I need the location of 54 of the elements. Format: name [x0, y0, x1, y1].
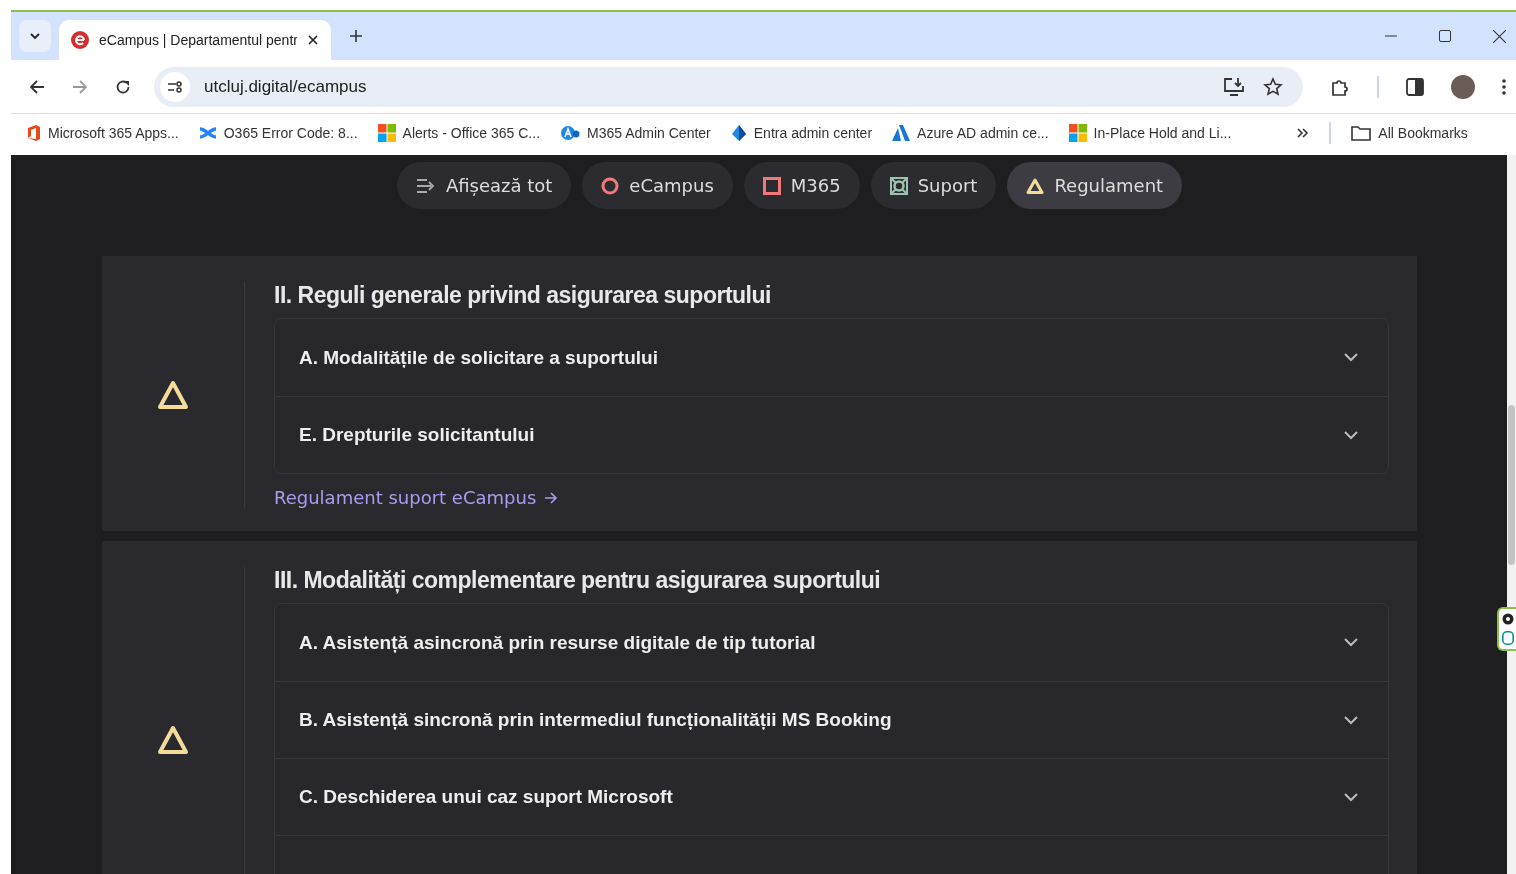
- star-icon[interactable]: [1263, 76, 1283, 97]
- section-title: III. Modalități complementare pentru asigurarea suportului: [274, 567, 882, 594]
- lifebuoy-square-icon: [889, 176, 908, 195]
- section-title: II. Reguli generale privind asigurarea suportului: [274, 282, 772, 309]
- letter-a-logo-icon: [892, 125, 911, 141]
- all-bookmarks-button[interactable]: All Bookmarks: [1351, 125, 1468, 141]
- forward-arrow-icon[interactable]: [72, 78, 88, 95]
- arrow-right-icon: [544, 491, 559, 504]
- floating-widget[interactable]: [1497, 607, 1516, 651]
- site-logo-icon: [71, 31, 89, 49]
- profile-avatar[interactable]: [1451, 74, 1475, 99]
- reload-icon[interactable]: [115, 78, 131, 95]
- new-tab-icon[interactable]: [349, 29, 363, 43]
- maximize-icon[interactable]: [1439, 30, 1451, 42]
- bookmark-item[interactable]: M365 Admin Center: [560, 125, 711, 141]
- url-text: utcluj.digital/ecampus: [204, 76, 367, 97]
- browser-tab[interactable]: eCampus | Departamentul pentr: [59, 20, 331, 60]
- crossed-arrows-icon: [198, 125, 217, 141]
- office-logo-icon: [27, 125, 41, 141]
- tab-search-button[interactable]: [19, 20, 51, 52]
- bookmark-item[interactable]: Entra admin center: [730, 124, 873, 142]
- filter-button[interactable]: M365: [743, 162, 860, 209]
- four-squares-logo-icon: [377, 124, 396, 142]
- more-menu-icon[interactable]: [1502, 78, 1506, 95]
- double-chevron-icon[interactable]: [1297, 127, 1310, 139]
- bookmark-item[interactable]: Azure AD admin ce...: [892, 125, 1049, 141]
- bookmark-item[interactable]: Microsoft 365 Apps...: [27, 125, 179, 141]
- bookmark-item[interactable]: In-Place Hold and Li...: [1068, 124, 1232, 142]
- pyramid-logo-icon: [730, 124, 747, 142]
- side-panel-icon[interactable]: [1406, 77, 1424, 96]
- regulation-link[interactable]: Regulament suport eCampus: [274, 487, 559, 508]
- circle-icon: [601, 176, 620, 195]
- bookmark-item[interactable]: Alerts - Office 365 C...: [377, 124, 541, 142]
- close-icon[interactable]: [307, 34, 319, 46]
- folder-icon: [1351, 125, 1372, 141]
- back-arrow-icon[interactable]: [29, 78, 45, 95]
- site-settings-icon[interactable]: [160, 71, 190, 102]
- scrollbar[interactable]: [1507, 155, 1516, 874]
- install-app-icon[interactable]: [1223, 76, 1245, 97]
- triangle-icon: [1026, 177, 1045, 194]
- triangle-icon: [157, 380, 189, 410]
- chevron-down-icon: [29, 30, 41, 42]
- filter-button[interactable]: Afișează tot: [396, 162, 572, 209]
- four-squares-logo-icon: [1068, 124, 1087, 142]
- filter-button[interactable]: eCampus: [582, 162, 733, 209]
- close-icon[interactable]: [1493, 29, 1506, 43]
- filter-button[interactable]: Suport: [870, 162, 997, 209]
- accordion-item[interactable]: E. Drepturile solicitantului: [275, 396, 1388, 473]
- square-icon: [762, 176, 781, 195]
- list-arrow-icon: [415, 177, 436, 194]
- filter-button[interactable]: Regulament: [1007, 162, 1183, 209]
- triangle-icon: [157, 725, 189, 755]
- address-bar[interactable]: utcluj.digital/ecampus: [154, 66, 1303, 107]
- bookmark-item[interactable]: O365 Error Code: 8...: [198, 125, 358, 141]
